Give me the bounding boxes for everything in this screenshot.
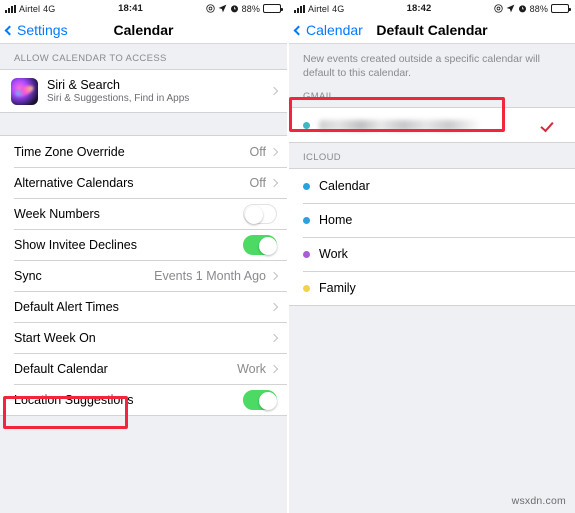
siri-row-texts: Siri & Search Siri & Suggestions, Find i… [47,78,271,104]
watermark: wsxdn.com [511,495,566,507]
row-show-invitee-declines[interactable]: Show Invitee Declines [0,229,287,260]
row-default-alert-times[interactable]: Default Alert Times [0,291,287,322]
row-value: Off [249,144,266,159]
icloud-section-header: ICLOUD [303,152,341,164]
selected-checkmark-icon [540,118,554,133]
chevron-right-icon [269,86,279,96]
row-label: Default Calendar [14,361,108,376]
row-value: Off [249,175,266,190]
row-time-zone-override[interactable]: Time Zone Override Off [0,136,287,167]
calendar-option-label: Home [319,213,353,228]
right-nav-bar: Calendar Default Calendar [289,17,575,44]
chevron-left-icon [293,25,304,35]
row-start-week-on[interactable]: Start Week On [0,322,287,353]
row-default-calendar[interactable]: Default Calendar Work [0,353,287,384]
row-week-numbers[interactable]: Week Numbers [0,198,287,229]
back-to-calendar-button[interactable]: Calendar [289,22,363,38]
gmail-calendar-group [289,107,575,144]
network-type: 4G [332,3,345,14]
calendar-color-dot [303,182,310,190]
calendar-option-gmail-redacted[interactable] [289,108,575,143]
siri-row-title: Siri & Search [47,78,120,92]
calendar-color-dot [303,250,310,258]
icloud-calendar-group: Calendar Home Work Family [289,168,575,307]
status-bar-time: 18:42 [406,3,432,14]
status-bar-left: Airtel 4G [5,4,55,14]
status-bar-right: 88% [493,3,571,14]
back-button-label: Calendar [306,22,363,38]
alarm-clock-icon [230,5,238,13]
calendar-color-dot [303,216,310,224]
calendar-option-work[interactable]: Work [289,237,575,272]
chevron-right-icon [269,302,279,311]
siri-icon [11,77,38,105]
battery-percentage: 88% [241,3,260,14]
row-label: Location Suggestions [14,392,134,407]
calendar-option-family[interactable]: Family [289,271,575,306]
section-spacer [0,113,287,135]
signal-bars-icon [294,4,305,13]
calendar-settings-group: Time Zone Override Off Alternative Calen… [0,135,287,416]
location-arrow-icon [218,4,227,13]
allow-access-group: Siri & Search Siri & Suggestions, Find i… [0,69,287,113]
back-to-settings-button[interactable]: Settings [0,22,68,38]
gmail-section-header: GMAIL [303,91,335,103]
calendar-color-dot [303,121,310,129]
screenshot-root: Airtel 4G 18:41 88% Settings Calendar AL… [0,0,575,513]
week-numbers-toggle[interactable] [243,203,277,224]
siri-row-subtitle: Siri & Suggestions, Find in Apps [47,93,190,104]
battery-icon [551,4,571,13]
chevron-right-icon [269,364,279,373]
row-label: Time Zone Override [14,144,125,159]
carrier-name: Airtel [308,3,330,14]
default-calendar-description: New events created outside a specific ca… [303,53,540,80]
right-phone-panel: Airtel 4G 18:42 88% Calendar Default Cal… [289,0,575,513]
row-label: Default Alert Times [14,299,119,314]
calendar-option-label: Calendar [319,179,370,194]
row-location-suggestions[interactable]: Location Suggestions [0,384,287,415]
location-suggestions-toggle[interactable] [243,389,277,410]
status-bar-time: 18:41 [118,3,143,14]
row-sync[interactable]: Sync Events 1 Month Ago [0,260,287,291]
battery-icon [263,4,283,13]
back-button-label: Settings [17,22,68,38]
left-nav-bar: Settings Calendar [0,17,287,44]
row-label: Alternative Calendars [14,175,134,190]
right-status-bar: Airtel 4G 18:42 88% [289,0,575,17]
location-arrow-icon [506,4,515,13]
left-phone-panel: Airtel 4G 18:41 88% Settings Calendar AL… [0,0,287,513]
do-not-disturb-icon [205,4,215,13]
show-invitee-declines-toggle[interactable] [243,234,277,255]
row-label: Sync [14,268,42,283]
row-value: Work [237,361,266,376]
chevron-right-icon [269,178,279,187]
row-label: Show Invitee Declines [14,237,137,252]
allow-access-section-header: ALLOW CALENDAR TO ACCESS [14,53,167,64]
row-label: Week Numbers [14,206,100,221]
redacted-calendar-name [319,119,481,131]
chevron-right-icon [269,271,279,280]
row-label: Start Week On [14,330,96,345]
do-not-disturb-icon [493,4,503,13]
battery-percentage: 88% [529,3,548,14]
signal-bars-icon [5,4,16,13]
calendar-option-calendar[interactable]: Calendar [289,169,575,204]
network-type: 4G [43,3,56,14]
calendar-color-dot [303,284,310,292]
status-bar-left: Airtel 4G [294,4,344,14]
sidebar-item-siri-and-search[interactable]: Siri & Search Siri & Suggestions, Find i… [0,70,287,112]
chevron-right-icon [269,147,279,156]
row-alternative-calendars[interactable]: Alternative Calendars Off [0,167,287,198]
carrier-name: Airtel [19,3,41,14]
chevron-left-icon [4,25,15,35]
chevron-right-icon [269,333,279,342]
calendar-option-home[interactable]: Home [289,203,575,238]
row-value: Events 1 Month Ago [154,268,266,283]
alarm-clock-icon [518,5,526,13]
calendar-option-label: Work [319,247,348,262]
calendar-option-label: Family [319,281,356,296]
status-bar-right: 88% [205,3,283,14]
left-status-bar: Airtel 4G 18:41 88% [0,0,287,17]
